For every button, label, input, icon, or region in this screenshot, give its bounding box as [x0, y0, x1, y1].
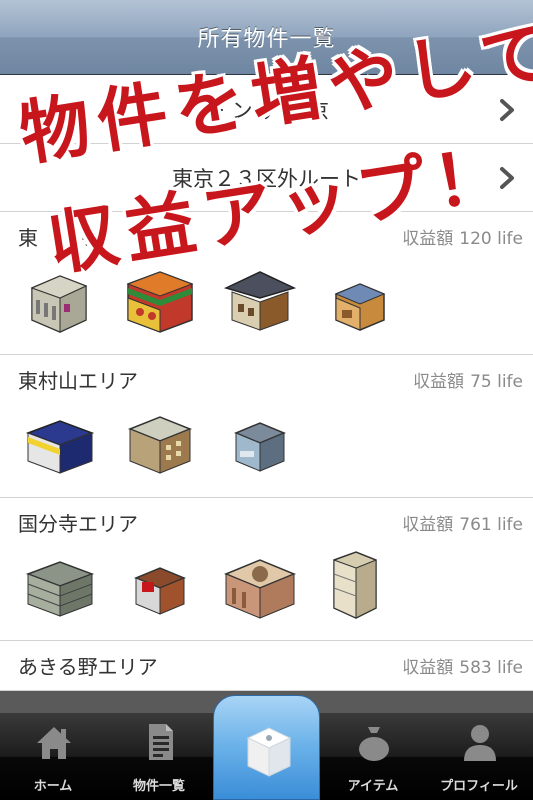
income-label: 収益額	[402, 658, 454, 678]
temple-shop-icon[interactable]	[120, 258, 200, 338]
convenience-store-icon[interactable]	[20, 401, 100, 481]
small-shop-icon[interactable]	[320, 258, 400, 338]
route-row[interactable]: ー ン テ 東京	[0, 76, 533, 144]
chevron-right-icon	[500, 99, 514, 121]
building-list	[20, 258, 420, 338]
income-value: 761 life	[459, 515, 523, 535]
income-value: 120 life	[459, 229, 523, 249]
bag-icon	[359, 727, 389, 761]
route-label: ー ン テ 東京	[203, 98, 330, 123]
tab-label: アイテム	[347, 779, 399, 794]
income-label: 収益額	[413, 372, 465, 392]
income-value: 75 life	[470, 372, 523, 392]
dice-icon	[246, 727, 292, 777]
tab-items[interactable]: アイテム	[320, 713, 426, 800]
document-icon	[149, 724, 173, 760]
home-icon	[37, 727, 71, 759]
tab-label: 物件一覧	[132, 779, 185, 794]
office-building-icon[interactable]	[20, 258, 100, 338]
japanese-house-icon[interactable]	[220, 258, 300, 338]
area-section[interactable]: 東 リ 収益額 120 life	[0, 212, 533, 355]
tower-icon[interactable]	[320, 544, 400, 624]
nav-bar: 所有物件一覧	[0, 0, 533, 75]
small-office-icon[interactable]	[220, 401, 300, 481]
page-title: 所有物件一覧	[197, 27, 336, 52]
area-income: 収益額 761 life	[402, 510, 523, 535]
tab-property-list[interactable]: 物件一覧	[106, 713, 212, 800]
tab-label: プロフィール	[440, 779, 518, 794]
area-income: 収益額 120 life	[402, 224, 523, 249]
area-income: 収益額 75 life	[413, 367, 523, 392]
person-icon	[464, 725, 496, 761]
route-label: 東京２３区外ルート	[172, 166, 361, 191]
building-list	[20, 544, 420, 624]
area-section[interactable]: あきる野エリア 収益額 583 life	[0, 641, 533, 691]
area-income: 収益額 583 life	[402, 653, 523, 678]
area-section[interactable]: 東村山エリア 収益額 75 life	[0, 355, 533, 498]
building-list	[20, 401, 320, 481]
tab-home[interactable]: ホーム	[0, 713, 106, 800]
income-value: 583 life	[459, 658, 523, 678]
red-shop-icon[interactable]	[120, 544, 200, 624]
tab-dice[interactable]	[213, 695, 320, 800]
area-name: あきる野エリア	[18, 655, 158, 679]
office-block-icon[interactable]	[20, 544, 100, 624]
apartment-icon[interactable]	[120, 401, 200, 481]
income-label: 収益額	[402, 515, 454, 535]
tab-profile[interactable]: プロフィール	[426, 713, 532, 800]
route-row[interactable]: 東京２３区外ルート	[0, 144, 533, 212]
area-section[interactable]: 国分寺エリア 収益額 761 life	[0, 498, 533, 641]
income-label: 収益額	[402, 229, 454, 249]
area-name: 東 リ	[18, 226, 98, 250]
area-name: 東村山エリア	[18, 369, 138, 393]
tab-label: ホーム	[33, 779, 73, 794]
ruins-icon[interactable]	[220, 544, 300, 624]
area-name: 国分寺エリア	[18, 512, 138, 536]
chevron-right-icon	[500, 167, 514, 189]
